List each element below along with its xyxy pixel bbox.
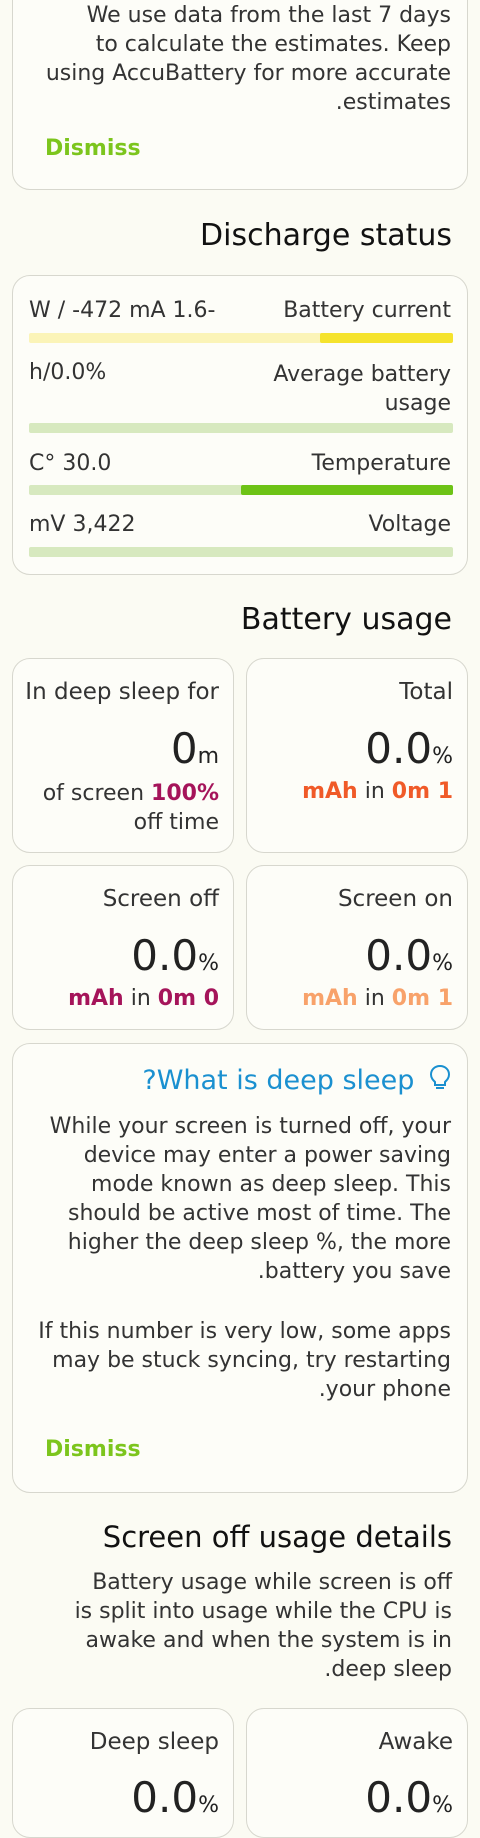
deep-sleep-usage-tile: Deep sleep 0.0% — [12, 1708, 234, 1838]
deep-sleep-tile: In deep sleep for 0m of screen 100% off … — [12, 658, 234, 853]
temperature-label: Temperature — [311, 451, 451, 476]
deep-sleep-info-text-2: If this number is very low, some apps ma… — [38, 1319, 451, 1402]
deep-sleep-usage-label: Deep sleep — [89, 1729, 219, 1755]
battery-current-label: Battery current — [283, 298, 451, 323]
dismiss-deep-sleep-button[interactable]: Dismiss — [45, 1437, 141, 1462]
screen-off-label: Screen off — [102, 886, 219, 912]
lightbulb-icon — [429, 1064, 451, 1099]
screen-on-sub: mAh in 0m 1 — [302, 986, 453, 1011]
screen-on-tile: Screen on 0.0% mAh in 0m 1 — [246, 865, 468, 1030]
total-sub: mAh in 0m 1 — [302, 779, 453, 804]
battery-current-bar-fill — [320, 333, 453, 343]
screen-off-tile: Screen off 0.0% mAh in 0m 0 — [12, 865, 234, 1030]
screen-off-details-desc: Battery usage while screen is off is spl… — [74, 1570, 452, 1682]
voltage-bar — [29, 547, 453, 557]
deep-sleep-value: 0m — [170, 724, 219, 773]
average-usage-label: Average battery usage — [273, 362, 451, 416]
discharge-status-title: Discharge status — [200, 218, 452, 253]
awake-usage-tile: Awake 0.0% — [246, 1708, 468, 1838]
screen-on-label: Screen on — [337, 886, 453, 912]
deep-sleep-info-card: ?What is deep sleep While your screen is… — [12, 1043, 468, 1493]
temperature-bar-fill — [241, 485, 453, 495]
screen-off-value: 0.0% — [131, 931, 219, 980]
average-usage-bar — [29, 423, 453, 433]
estimates-info-card: We use data from the last 7 days to calc… — [12, 0, 468, 190]
awake-usage-value: 0.0% — [365, 1773, 453, 1822]
screen-on-value: 0.0% — [365, 931, 453, 980]
deep-sleep-info-text-1: While your screen is turned off, your de… — [49, 1114, 451, 1284]
dismiss-estimates-button[interactable]: Dismiss — [45, 136, 141, 161]
average-usage-value: h/0.0% — [29, 360, 107, 385]
deep-sleep-sub: of screen 100% off time — [42, 781, 219, 835]
screen-off-details-title: Screen off usage details — [102, 1520, 452, 1554]
total-usage-tile: Total 0.0% mAh in 0m 1 — [246, 658, 468, 853]
estimates-info-text: We use data from the last 7 days to calc… — [45, 3, 451, 115]
deep-sleep-usage-value: 0.0% — [131, 1773, 219, 1822]
discharge-status-card: W / -472 mA 1.6- Battery current h/0.0% … — [12, 275, 468, 575]
voltage-label: Voltage — [368, 512, 451, 537]
deep-sleep-info-title: ?What is deep sleep — [142, 1064, 451, 1099]
total-value: 0.0% — [365, 724, 453, 773]
deep-sleep-label: In deep sleep for — [25, 679, 219, 705]
battery-current-value: W / -472 mA 1.6- — [29, 298, 216, 323]
voltage-value: mV 3,422 — [29, 512, 136, 537]
awake-usage-label: Awake — [378, 1729, 453, 1755]
battery-usage-title: Battery usage — [240, 602, 452, 637]
screen-off-sub: mAh in 0m 0 — [68, 986, 219, 1011]
total-label: Total — [399, 679, 453, 705]
temperature-value: C° 30.0 — [29, 451, 112, 476]
